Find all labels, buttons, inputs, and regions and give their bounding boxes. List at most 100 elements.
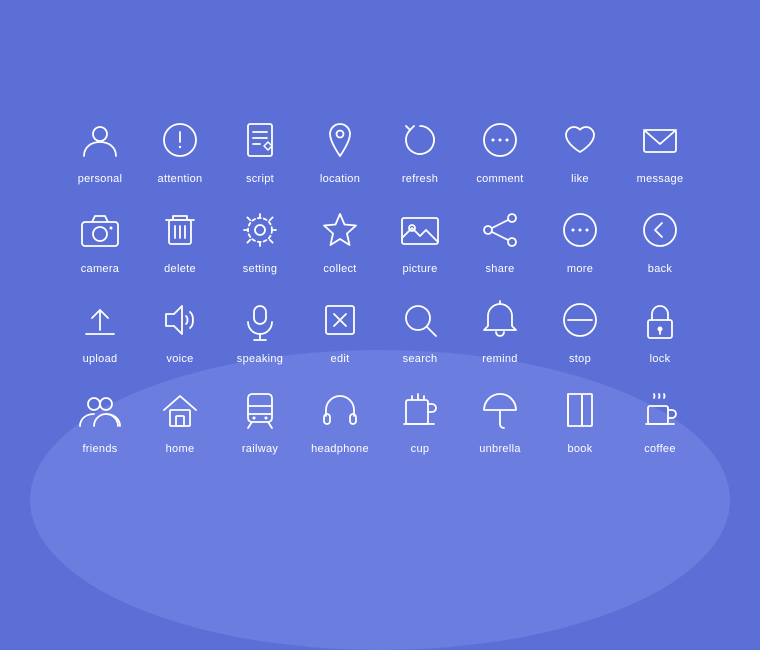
speaking-icon [235,295,285,345]
railway-label: railway [242,443,278,455]
upload-label: upload [83,353,118,365]
collect-label: collect [323,263,356,275]
icon-personal[interactable]: personal [60,115,140,185]
share-label: share [485,263,514,275]
attention-icon [155,115,205,165]
icon-row-2: camera delete [60,205,700,275]
picture-label: picture [402,263,437,275]
stop-icon [555,295,605,345]
icon-setting[interactable]: setting [220,205,300,275]
search-label: search [403,353,438,365]
icon-message[interactable]: message [620,115,700,185]
picture-icon [395,205,445,255]
more-label: more [567,263,593,275]
share-icon [475,205,525,255]
coffee-icon [635,385,685,435]
icon-voice[interactable]: voice [140,295,220,365]
edit-icon [315,295,365,345]
icon-unbrella[interactable]: unbrella [460,385,540,455]
camera-icon [75,205,125,255]
icon-stop[interactable]: stop [540,295,620,365]
coffee-label: coffee [644,443,676,455]
icon-share[interactable]: share [460,205,540,275]
script-label: script [246,173,274,185]
personal-icon [75,115,125,165]
icon-back[interactable]: back [620,205,700,275]
refresh-icon [395,115,445,165]
delete-icon [155,205,205,255]
lock-icon [635,295,685,345]
icon-edit[interactable]: edit [300,295,380,365]
like-icon [555,115,605,165]
cup-icon [395,385,445,435]
railway-icon [235,385,285,435]
lock-label: lock [650,353,671,365]
remind-label: remind [482,353,517,365]
icon-speaking[interactable]: speaking [220,295,300,365]
unbrella-icon [475,385,525,435]
icon-row-1: personal attention [60,115,700,185]
icon-upload[interactable]: upload [60,295,140,365]
home-icon [155,385,205,435]
icon-friends[interactable]: friends [60,385,140,455]
icon-search[interactable]: search [380,295,460,365]
speaking-label: speaking [237,353,283,365]
comment-label: comment [476,173,523,185]
voice-icon [155,295,205,345]
personal-label: personal [78,173,123,185]
icon-row-4: friends home [60,385,700,455]
icon-like[interactable]: like [540,115,620,185]
icon-script[interactable]: script [220,115,300,185]
cup-label: cup [411,443,430,455]
friends-icon [75,385,125,435]
setting-label: setting [243,263,278,275]
icon-lock[interactable]: lock [620,295,700,365]
like-label: like [571,173,589,185]
icon-refresh[interactable]: refresh [380,115,460,185]
icon-comment[interactable]: comment [460,115,540,185]
icon-railway[interactable]: railway [220,385,300,455]
collect-icon [315,205,365,255]
icon-home[interactable]: home [140,385,220,455]
message-icon [635,115,685,165]
icon-row-3: upload voice speaking [60,295,700,365]
location-label: location [320,173,360,185]
unbrella-label: unbrella [479,443,521,455]
icon-more[interactable]: more [540,205,620,275]
stop-label: stop [569,353,591,365]
edit-label: edit [331,353,350,365]
icon-location[interactable]: location [300,115,380,185]
camera-label: camera [81,263,119,275]
headphone-icon [315,385,365,435]
book-icon [555,385,605,435]
remind-icon [475,295,525,345]
icon-attention[interactable]: attention [140,115,220,185]
upload-icon [75,295,125,345]
comment-icon [475,115,525,165]
setting-icon [235,205,285,255]
more-icon [555,205,605,255]
icon-remind[interactable]: remind [460,295,540,365]
script-icon [235,115,285,165]
refresh-label: refresh [402,173,438,185]
icon-grid: personal attention [20,85,740,485]
back-label: back [648,263,672,275]
headphone-label: headphone [311,443,369,455]
icon-coffee[interactable]: coffee [620,385,700,455]
icon-delete[interactable]: delete [140,205,220,275]
icon-picture[interactable]: picture [380,205,460,275]
message-label: message [637,173,684,185]
friends-label: friends [82,443,117,455]
icon-cup[interactable]: cup [380,385,460,455]
back-icon [635,205,685,255]
search-icon [395,295,445,345]
voice-label: voice [166,353,193,365]
attention-label: attention [158,173,203,185]
delete-label: delete [164,263,196,275]
icon-headphone[interactable]: headphone [300,385,380,455]
icon-camera[interactable]: camera [60,205,140,275]
icon-book[interactable]: book [540,385,620,455]
home-label: home [166,443,195,455]
location-icon [315,115,365,165]
icon-collect[interactable]: collect [300,205,380,275]
